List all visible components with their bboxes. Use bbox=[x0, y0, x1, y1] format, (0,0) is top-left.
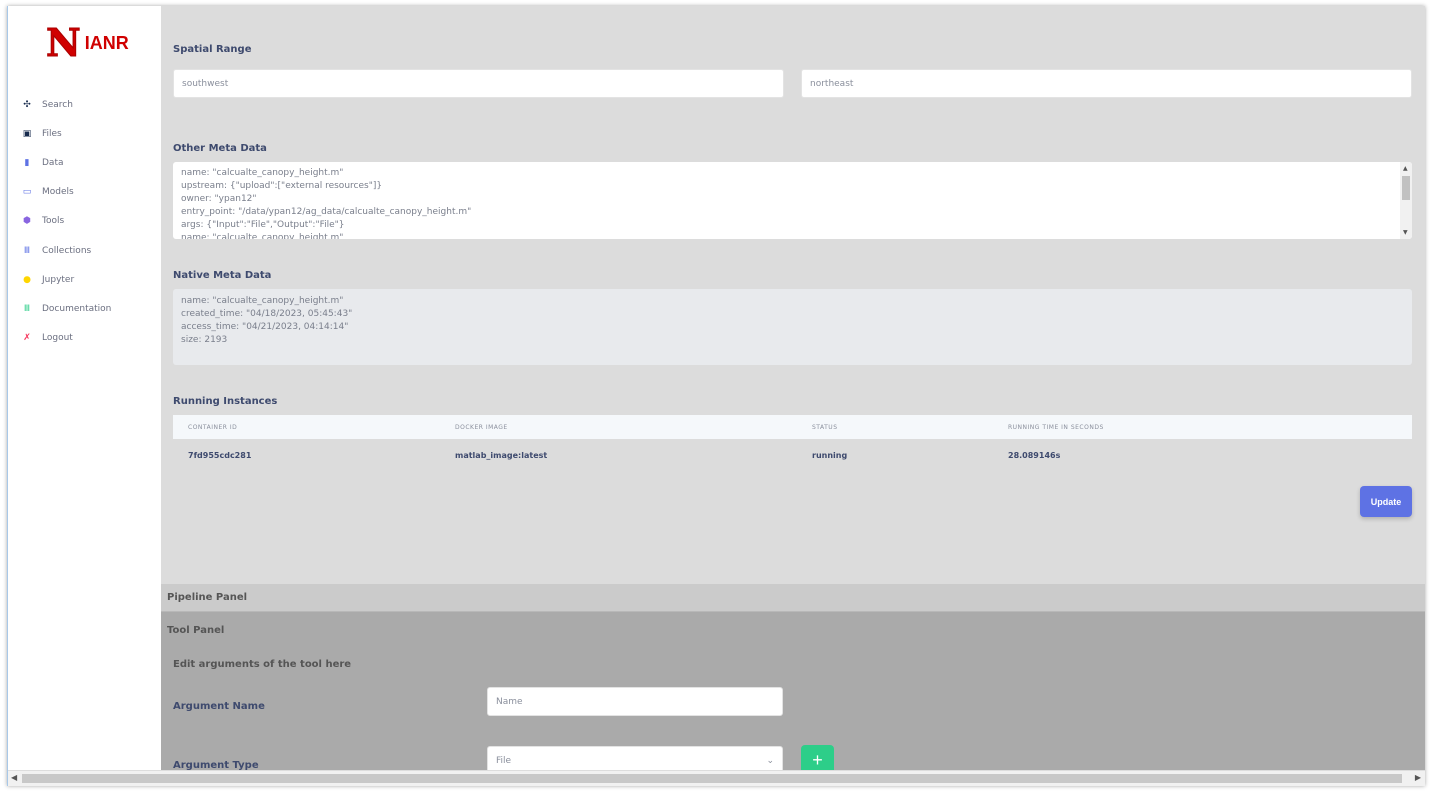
sidebar-item-label: Search bbox=[42, 99, 73, 110]
northeast-input[interactable]: northeast bbox=[801, 69, 1412, 98]
sidebar-item-data[interactable]: ▮ Data bbox=[22, 148, 111, 177]
main-content: Spatial Range southwest northeast Other … bbox=[161, 6, 1425, 775]
tool-panel-subtitle: Edit arguments of the tool here bbox=[173, 659, 352, 670]
meta-line: created_time: "04/18/2023, 05:45:43" bbox=[181, 309, 353, 319]
native-meta-box: name: "calcualte_canopy_height.m"created… bbox=[173, 289, 1412, 365]
logo-text: IANR bbox=[84, 32, 129, 53]
laptop-icon: ▭ bbox=[22, 187, 32, 198]
scroll-left-icon[interactable]: ◀ bbox=[11, 773, 17, 782]
sidebar-item-logout[interactable]: ✗ Logout bbox=[22, 324, 111, 353]
argument-type-value: File bbox=[496, 755, 512, 766]
meta-line: upstream: {"upload":["external resources… bbox=[181, 181, 383, 191]
sidebar-item-label: Documentation bbox=[42, 303, 112, 314]
argument-name-label: Argument Name bbox=[173, 701, 265, 712]
col-status: STATUS bbox=[812, 423, 838, 431]
running-instances-title: Running Instances bbox=[173, 396, 278, 407]
update-button[interactable]: Update bbox=[1360, 486, 1412, 517]
tool-panel: Tool Panel Edit arguments of the tool he… bbox=[161, 612, 1425, 775]
sidebar-item-collections[interactable]: Ⅲ Collections bbox=[22, 236, 111, 265]
meta-line: owner: "ypan12" bbox=[181, 194, 257, 204]
cell-status: running bbox=[812, 450, 848, 460]
chart-bar-icon: ▮ bbox=[24, 157, 30, 168]
sidebar: N IANR ✣ Search ▣ Files ▮ Data ▭ Models ⬢ Tools Ⅲ C… bbox=[8, 6, 161, 770]
horizontal-scrollbar[interactable]: ◀ ▶ bbox=[8, 770, 1425, 786]
scrollbar-thumb[interactable] bbox=[22, 774, 1402, 783]
logo-mark: N bbox=[46, 20, 82, 65]
sidebar-item-jupyter[interactable]: ● Jupyter bbox=[22, 265, 111, 294]
argument-name-input[interactable]: Name bbox=[487, 687, 783, 716]
meta-line: entry_point: "/data/ypan12/ag_data/calcu… bbox=[181, 207, 472, 217]
scroll-down-icon[interactable]: ▼ bbox=[1403, 226, 1408, 239]
search-icon: ✣ bbox=[23, 99, 31, 110]
instances-table: CONTAINER ID DOCKER IMAGE STATUS RUNNING… bbox=[173, 415, 1412, 471]
collection-icon: Ⅲ bbox=[23, 245, 31, 256]
sidebar-item-label: Jupyter bbox=[42, 274, 75, 285]
cell-container-id: 7fd955cdc281 bbox=[188, 450, 252, 460]
spatial-range-title: Spatial Range bbox=[173, 44, 252, 55]
pipeline-panel-header[interactable]: Pipeline Panel bbox=[161, 584, 1425, 612]
col-running-time: RUNNING TIME IN SECONDS bbox=[1008, 423, 1104, 431]
meta-line: args: {"Input":"File","Output":"File"} bbox=[181, 220, 345, 230]
table-header: CONTAINER ID DOCKER IMAGE STATUS RUNNING… bbox=[173, 415, 1412, 439]
scroll-up-icon[interactable]: ▲ bbox=[1403, 162, 1408, 175]
col-docker-image: DOCKER IMAGE bbox=[455, 423, 508, 431]
vertical-scrollbar[interactable]: ▲ ▼ bbox=[1400, 162, 1412, 239]
logo[interactable]: N IANR bbox=[46, 20, 129, 65]
southwest-input[interactable]: southwest bbox=[173, 69, 784, 98]
app-window: N IANR ✣ Search ▣ Files ▮ Data ▭ Models ⬢ Tools Ⅲ C… bbox=[7, 6, 1425, 786]
chevron-down-icon: ⌄ bbox=[766, 755, 774, 766]
meta-line: name: "calcualte_canopy_height.m" bbox=[181, 233, 344, 239]
sidebar-nav: ✣ Search ▣ Files ▮ Data ▭ Models ⬢ Tools Ⅲ Collecti… bbox=[22, 90, 112, 353]
sidebar-item-label: Models bbox=[42, 187, 74, 198]
table-row: 7fd955cdc281 matlab_image:latest running… bbox=[173, 439, 1412, 471]
meta-line: name: "calcualte_canopy_height.m" bbox=[181, 168, 344, 178]
sidebar-item-label: Logout bbox=[42, 333, 73, 344]
box-icon: ⬢ bbox=[23, 216, 31, 227]
sidebar-item-files[interactable]: ▣ Files bbox=[22, 119, 111, 148]
sidebar-item-label: Files bbox=[42, 128, 62, 139]
meta-line: access_time: "04/21/2023, 04:14:14" bbox=[181, 322, 349, 332]
tool-panel-title: Tool Panel bbox=[167, 625, 225, 636]
books-icon: Ⅲ bbox=[23, 303, 31, 314]
sidebar-item-search[interactable]: ✣ Search bbox=[22, 90, 111, 119]
sidebar-item-label: Data bbox=[42, 157, 64, 168]
meta-line: size: 2193 bbox=[181, 335, 228, 345]
sidebar-item-documentation[interactable]: Ⅲ Documentation bbox=[22, 294, 112, 323]
sidebar-item-label: Tools bbox=[42, 216, 65, 227]
scroll-right-icon[interactable]: ▶ bbox=[1415, 773, 1421, 782]
user-icon: ● bbox=[23, 274, 31, 285]
native-meta-title: Native Meta Data bbox=[173, 270, 272, 281]
cell-docker-image: matlab_image:latest bbox=[455, 450, 548, 460]
col-container-id: CONTAINER ID bbox=[188, 423, 238, 431]
meta-line: name: "calcualte_canopy_height.m" bbox=[181, 296, 344, 306]
cell-running-time: 28.089146s bbox=[1008, 450, 1061, 460]
other-meta-textarea[interactable]: name: "calcualte_canopy_height.m"upstrea… bbox=[173, 162, 1412, 239]
run-icon: ✗ bbox=[23, 333, 31, 344]
files-icon: ▣ bbox=[22, 128, 32, 139]
sidebar-item-models[interactable]: ▭ Models bbox=[22, 178, 111, 207]
other-meta-title: Other Meta Data bbox=[173, 143, 267, 154]
sidebar-item-label: Collections bbox=[42, 245, 92, 256]
sidebar-item-tools[interactable]: ⬢ Tools bbox=[22, 207, 111, 236]
